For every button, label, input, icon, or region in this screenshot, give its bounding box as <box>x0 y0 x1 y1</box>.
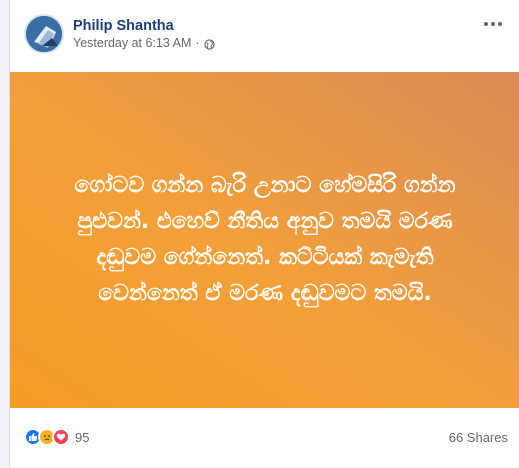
post-header: Philip Shantha Yesterday at 6:13 AM · <box>24 14 215 54</box>
globe-icon[interactable] <box>203 38 215 50</box>
post-line: දඬුවම ගේන්නෙත්. කට්ටියක් කැමැති <box>96 245 434 270</box>
love-icon <box>52 428 70 446</box>
post-footer: 95 66 Shares <box>10 424 519 452</box>
reaction-count: 95 <box>75 429 90 445</box>
author-name[interactable]: Philip Shantha <box>73 17 215 35</box>
post-subline: Yesterday at 6:13 AM · <box>73 35 215 52</box>
shares-count[interactable]: 66 Shares <box>449 430 508 445</box>
avatar[interactable] <box>24 14 64 54</box>
post-background: ගෝටව ගන්න බැරි උනාට හේමසිරි ගන්න පුළුවන්… <box>10 72 519 408</box>
avatar-image <box>26 16 62 52</box>
more-options-icon[interactable] <box>481 16 505 32</box>
post-meta: Philip Shantha Yesterday at 6:13 AM · <box>73 17 215 52</box>
post-card: Philip Shantha Yesterday at 6:13 AM · ගෝ… <box>9 0 519 468</box>
reactions-summary[interactable]: 95 <box>24 428 89 446</box>
post-line: පුළුවන්. එහෙව් නීතිය අනුව තමයි මරණ <box>77 209 453 234</box>
post-line: වෙන්නෙත් ඒ මරණ දඬුවමට තමයි. <box>98 281 432 306</box>
separator-dot: · <box>195 35 200 50</box>
post-line: ගෝටව ගන්න බැරි උනාට හේමසිරි ගන්න <box>74 173 456 198</box>
post-body: ගෝටව ගන්න බැරි උනාට හේමසිරි ගන්න පුළුවන්… <box>35 168 495 312</box>
post-timestamp[interactable]: Yesterday at 6:13 AM <box>73 35 191 52</box>
